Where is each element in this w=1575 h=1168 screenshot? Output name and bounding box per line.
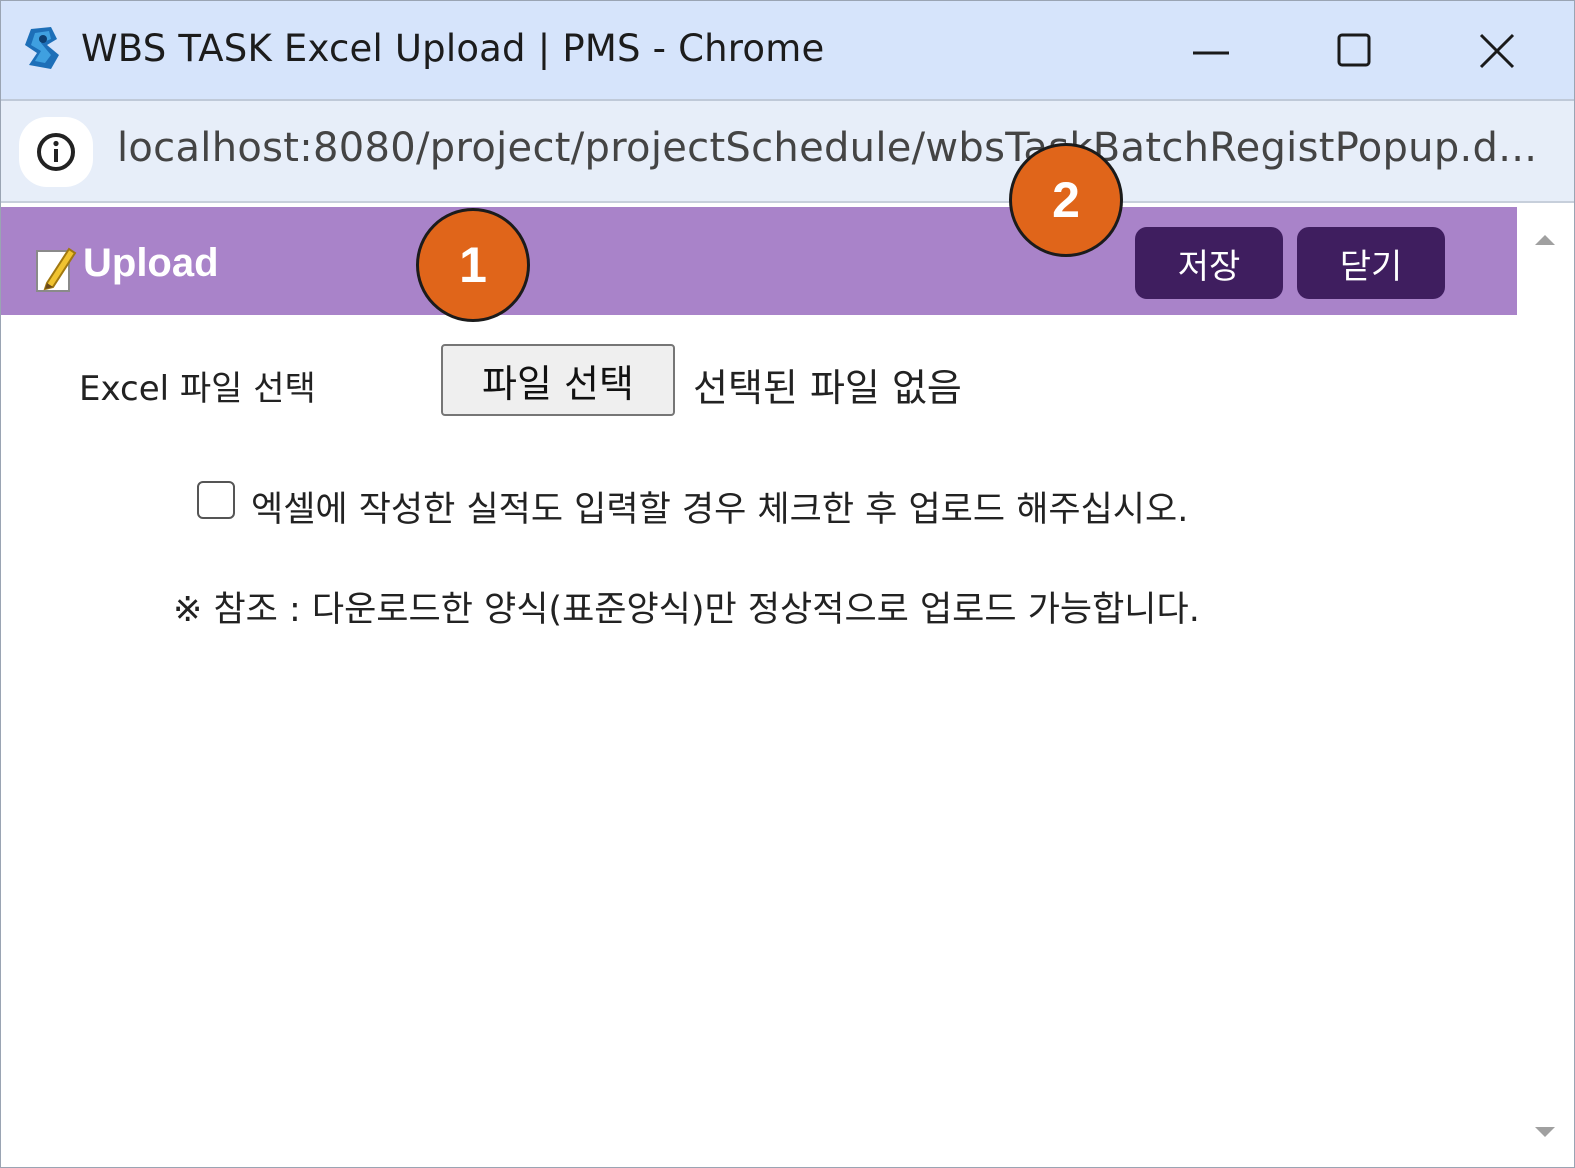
- header-title: Upload: [83, 241, 219, 285]
- info-icon: [37, 133, 75, 171]
- actual-input-checkbox[interactable]: [197, 481, 235, 519]
- choose-file-button[interactable]: 파일 선택: [441, 344, 675, 416]
- upload-header: Upload 저장 닫기: [1, 207, 1517, 315]
- url-text[interactable]: localhost:8080/project/projectSchedule/w…: [117, 125, 1537, 171]
- reference-note: ※ 참조 : 다운로드한 양식(표준양식)만 정상적으로 업로드 가능합니다.: [173, 590, 1200, 630]
- maximize-icon: [1337, 33, 1371, 67]
- popup-window: WBS TASK Excel Upload | PMS - Chrome loc…: [0, 0, 1575, 1168]
- window-title: WBS TASK Excel Upload | PMS - Chrome: [81, 27, 825, 70]
- actual-input-checkbox-label[interactable]: 엑셀에 작성한 실적도 입력할 경우 체크한 후 업로드 해주십시오.: [251, 481, 1188, 532]
- edit-document-icon: [35, 243, 77, 295]
- annotation-marker-2: 2: [1009, 143, 1123, 257]
- close-icon: [1479, 33, 1515, 69]
- scroll-up-icon[interactable]: [1531, 229, 1559, 249]
- maximize-button[interactable]: [1323, 23, 1383, 79]
- minimize-button[interactable]: [1181, 23, 1241, 79]
- app-logo-icon: [21, 25, 65, 71]
- title-bar: WBS TASK Excel Upload | PMS - Chrome: [1, 1, 1574, 99]
- vertical-scrollbar[interactable]: [1517, 207, 1574, 1167]
- close-window-button[interactable]: [1467, 23, 1527, 79]
- scroll-down-icon[interactable]: [1531, 1123, 1559, 1143]
- minimize-icon: [1193, 51, 1229, 55]
- annotation-marker-1: 1: [416, 208, 530, 322]
- close-button[interactable]: 닫기: [1297, 227, 1445, 299]
- file-status-text: 선택된 파일 없음: [693, 366, 962, 410]
- save-button[interactable]: 저장: [1135, 227, 1283, 299]
- site-info-button[interactable]: [19, 117, 93, 187]
- address-bar: localhost:8080/project/projectSchedule/w…: [1, 99, 1574, 203]
- excel-file-label: Excel 파일 선택: [79, 369, 316, 409]
